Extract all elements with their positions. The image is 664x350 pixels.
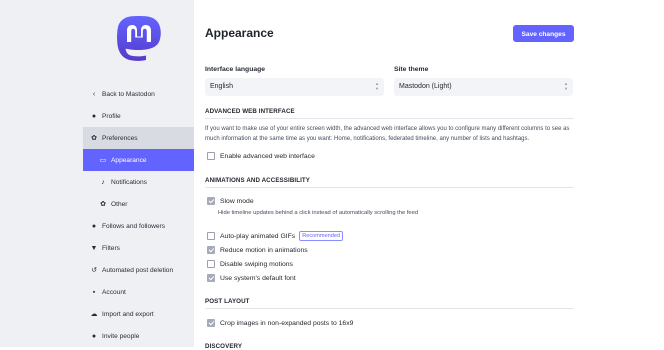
section-heading-post-layout: POST LAYOUT <box>205 298 250 305</box>
interface-language-select[interactable]: English ▲ ▼ <box>205 78 384 96</box>
lock-icon: ▪ <box>92 288 96 296</box>
gear-icon: ✿ <box>100 201 106 208</box>
gear-icon: ✿ <box>91 135 97 142</box>
sidebar-item-import-export[interactable]: ☁ Import and export <box>83 303 194 325</box>
advanced-web-interface-option[interactable]: Enable advanced web interface <box>207 152 315 160</box>
crop-images-option[interactable]: Crop images in non-expanded posts to 16x… <box>207 319 353 327</box>
user-icon: ● <box>91 112 97 120</box>
sidebar-item-label: Back to Mastodon <box>102 90 155 98</box>
sidebar-item-label: Profile <box>102 112 121 120</box>
page-title: Appearance <box>205 26 274 40</box>
sidebar: ‹ Back to Mastodon ● Profile ✿ Preferenc… <box>0 0 194 347</box>
recommended-badge: Recommended <box>299 231 344 241</box>
sidebar-item-filters[interactable]: ▼ Filters <box>83 237 194 259</box>
system-font-checkbox[interactable] <box>207 274 215 282</box>
sidebar-item-appearance[interactable]: ▭ Appearance <box>83 149 194 171</box>
checkbox-label: Crop images in non-expanded posts to 16x… <box>220 319 354 327</box>
sidebar-item-invite[interactable]: ● Invite people <box>83 325 194 347</box>
reduce-motion-checkbox[interactable] <box>207 246 215 254</box>
sidebar-item-label: Account <box>102 288 126 296</box>
main-content: Appearance Save changes Interface langua… <box>194 0 664 350</box>
section-heading-animations: ANIMATIONS AND ACCESSIBILITY <box>205 177 311 184</box>
users-icon: ● <box>91 222 97 230</box>
sidebar-item-label: Preferences <box>102 134 138 142</box>
slow-mode-option[interactable]: Slow mode <box>207 197 254 205</box>
sidebar-item-label: Appearance <box>111 156 147 164</box>
checkbox-label: Reduce motion in animations <box>220 246 308 254</box>
sidebar-item-label: Other <box>111 200 128 208</box>
history-icon: ↺ <box>91 267 97 274</box>
sidebar-item-notifications[interactable]: ♪ Notifications <box>83 171 194 193</box>
checkbox-label: Slow mode <box>220 197 254 205</box>
advanced-hint: If you want to make use of your entire s… <box>205 126 570 142</box>
disable-swiping-option[interactable]: Disable swiping motions <box>207 260 293 268</box>
crop-images-checkbox[interactable] <box>207 319 215 327</box>
sidebar-item-label: Automated post deletion <box>102 266 174 274</box>
sidebar-item-label: Notifications <box>111 178 147 186</box>
sidebar-item-account[interactable]: ▪ Account <box>83 281 194 303</box>
mastodon-logo-icon[interactable] <box>116 16 162 66</box>
monitor-icon: ▭ <box>99 157 107 164</box>
slow-mode-hint: Hide timeline updates behind a click ins… <box>218 210 419 216</box>
chevron-left-icon: ‹ <box>92 90 96 98</box>
disable-swiping-checkbox[interactable] <box>207 260 215 268</box>
section-heading-advanced: ADVANCED WEB INTERFACE <box>205 108 295 115</box>
site-theme-value: Mastodon (Light) <box>399 83 452 90</box>
filter-icon: ▼ <box>90 244 98 252</box>
user-plus-icon: ● <box>91 332 97 340</box>
divider <box>205 308 574 309</box>
system-font-option[interactable]: Use system's default font <box>207 274 296 282</box>
advanced-web-interface-checkbox[interactable] <box>207 152 215 160</box>
checkbox-label: Enable advanced web interface <box>220 152 315 160</box>
sidebar-item-other[interactable]: ✿ Other <box>83 193 194 215</box>
bell-icon: ♪ <box>101 178 105 186</box>
sidebar-item-label: Invite people <box>102 332 140 340</box>
sidebar-item-post-deletion[interactable]: ↺ Automated post deletion <box>83 259 194 281</box>
sidebar-item-preferences[interactable]: ✿ Preferences <box>83 127 194 149</box>
chevron-updown-icon: ▲ ▼ <box>564 81 568 91</box>
sidebar-item-label: Follows and followers <box>102 222 166 230</box>
interface-language-label: Interface language <box>205 66 266 73</box>
sidebar-item-follows[interactable]: ● Follows and followers <box>83 215 194 237</box>
interface-language-value: English <box>210 83 233 90</box>
sidebar-item-label: Filters <box>102 244 120 252</box>
reduce-motion-option[interactable]: Reduce motion in animations <box>207 246 308 254</box>
sidebar-item-back[interactable]: ‹ Back to Mastodon <box>83 83 194 105</box>
autoplay-gifs-option[interactable]: Auto-play animated GIFs Recommended <box>207 231 344 241</box>
save-button[interactable]: Save changes <box>513 25 574 42</box>
divider <box>205 187 574 188</box>
sidebar-item-profile[interactable]: ● Profile <box>83 105 194 127</box>
checkbox-label: Use system's default font <box>220 274 296 282</box>
site-theme-select[interactable]: Mastodon (Light) ▲ ▼ <box>394 78 573 96</box>
cloud-icon: ☁ <box>90 311 98 318</box>
slow-mode-checkbox[interactable] <box>207 197 215 205</box>
autoplay-gifs-checkbox[interactable] <box>207 232 215 240</box>
divider <box>205 118 574 119</box>
site-theme-label: Site theme <box>394 66 429 73</box>
checkbox-label: Auto-play animated GIFs <box>220 232 296 240</box>
chevron-updown-icon: ▲ ▼ <box>375 81 379 91</box>
checkbox-label: Disable swiping motions <box>220 260 293 268</box>
sidebar-item-label: Import and export <box>102 310 154 318</box>
